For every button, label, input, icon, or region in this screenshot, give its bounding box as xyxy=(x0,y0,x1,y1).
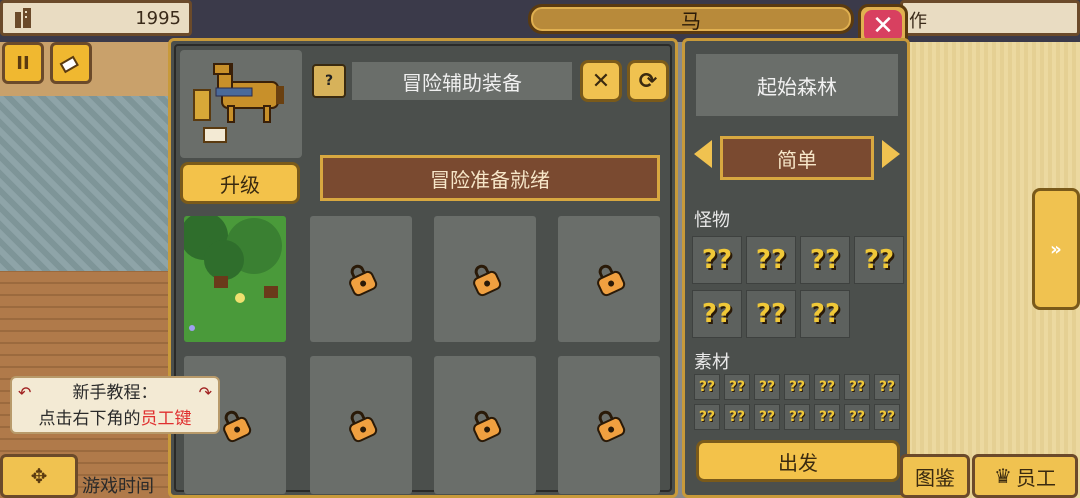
equipment-help-icon[interactable]: ? xyxy=(312,64,346,98)
unknown-monster: ?? xyxy=(800,290,850,338)
depart-label: 出发 xyxy=(778,450,818,475)
location-name: 起始森林 xyxy=(696,54,898,116)
horse-icon xyxy=(193,63,284,143)
upgrade-button[interactable]: 升级 xyxy=(180,162,300,204)
dialog-title-text: 马 xyxy=(681,8,701,33)
unknown-material: ?? xyxy=(874,404,900,430)
pause-button[interactable]: II xyxy=(2,42,44,84)
unknown-material: ?? xyxy=(784,404,810,430)
upgrade-label: 升级 xyxy=(220,172,260,197)
unknown-material: ?? xyxy=(754,404,780,430)
curl-right-icon: ↷ xyxy=(198,383,212,402)
lock-icon xyxy=(465,405,505,445)
lock-icon xyxy=(215,405,255,445)
locked-slot xyxy=(434,356,536,494)
unknown-monster: ?? xyxy=(854,236,904,284)
lock-icon xyxy=(341,259,381,299)
tutorial-line2: 点击右下角的员工键 xyxy=(38,409,192,429)
unknown-monster: ?? xyxy=(746,290,796,338)
locked-slot xyxy=(310,356,412,494)
refresh-icon: ⟳ xyxy=(638,68,658,94)
unknown-material: ?? xyxy=(694,404,720,430)
horse-portrait xyxy=(180,50,302,158)
unknown-material: ?? xyxy=(724,374,750,400)
difficulty-selector: 简单 xyxy=(720,136,874,180)
lock-icon xyxy=(341,405,381,445)
unknown-monster: ?? xyxy=(800,236,850,284)
unknown-monster: ?? xyxy=(692,290,742,338)
pause-icon: II xyxy=(16,52,30,74)
unknown-material: ?? xyxy=(724,404,750,430)
next-difficulty-arrow-icon[interactable] xyxy=(882,140,900,168)
locked-slot xyxy=(558,216,660,342)
monsters-label: 怪物 xyxy=(694,210,730,231)
swap-equipment-button[interactable]: ⟳ xyxy=(627,60,669,102)
year-value: 1995 xyxy=(135,7,181,29)
lock-icon xyxy=(589,405,629,445)
locked-slot xyxy=(310,216,412,342)
speed-button[interactable] xyxy=(50,42,92,84)
year-display: 1995 xyxy=(0,0,192,36)
depart-button[interactable]: 出发 xyxy=(696,440,900,482)
difficulty-text: 简单 xyxy=(777,147,817,172)
encyclopedia-button[interactable]: 图鉴 xyxy=(900,454,970,498)
game-time-label: 游戏时间 xyxy=(82,476,154,497)
forest-slot[interactable] xyxy=(184,216,286,342)
move-button[interactable]: ✥ xyxy=(0,454,78,498)
unknown-monster: ?? xyxy=(746,236,796,284)
location-name-text: 起始森林 xyxy=(757,74,837,99)
adventure-status-text: 冒险准备就绪 xyxy=(430,167,550,192)
lock-icon xyxy=(589,259,629,299)
staff-label: 员工 xyxy=(1015,465,1056,490)
adventure-status: 冒险准备就绪 xyxy=(320,155,660,201)
unknown-material: ?? xyxy=(814,374,840,400)
materials-label: 素材 xyxy=(694,352,730,373)
water-tiles xyxy=(0,96,170,271)
move-arrows-icon: ✥ xyxy=(30,464,48,488)
locked-slot xyxy=(558,356,660,494)
lock-icon xyxy=(465,259,505,299)
encyclopedia-label: 图鉴 xyxy=(915,465,955,490)
x-icon: ✕ xyxy=(591,68,611,94)
equipment-label: 冒险辅助装备 xyxy=(352,62,572,100)
hud-right-panel: 作 xyxy=(900,0,1080,36)
unknown-monster: ?? xyxy=(692,236,742,284)
building-icon xyxy=(15,8,31,28)
unknown-material: ?? xyxy=(844,374,870,400)
remove-equipment-button[interactable]: ✕ xyxy=(580,60,622,102)
locked-slot xyxy=(434,216,536,342)
staff-button[interactable]: ♛ 员工 xyxy=(972,454,1078,498)
curl-left-icon: ↶ xyxy=(18,383,32,402)
unknown-material: ?? xyxy=(694,374,720,400)
unknown-material: ?? xyxy=(844,404,870,430)
tutorial-line1: 新手教程： xyxy=(72,383,158,403)
tutorial-tooltip: ↶ ↷ 新手教程： 点击右下角的员工键 xyxy=(10,376,220,434)
fast-forward-icon: » xyxy=(1050,238,1062,260)
unknown-material: ?? xyxy=(814,404,840,430)
dialog-title: 马 xyxy=(528,4,854,34)
forest-icon xyxy=(184,216,286,342)
crown-icon: ♛ xyxy=(994,464,1012,488)
unknown-material: ?? xyxy=(754,374,780,400)
equipment-label-text: 冒险辅助装备 xyxy=(402,70,522,95)
prev-difficulty-arrow-icon[interactable] xyxy=(694,140,712,168)
tickets-icon xyxy=(59,55,79,74)
expand-panel-button[interactable]: » xyxy=(1032,188,1080,310)
unknown-material: ?? xyxy=(784,374,810,400)
unknown-material: ?? xyxy=(874,374,900,400)
